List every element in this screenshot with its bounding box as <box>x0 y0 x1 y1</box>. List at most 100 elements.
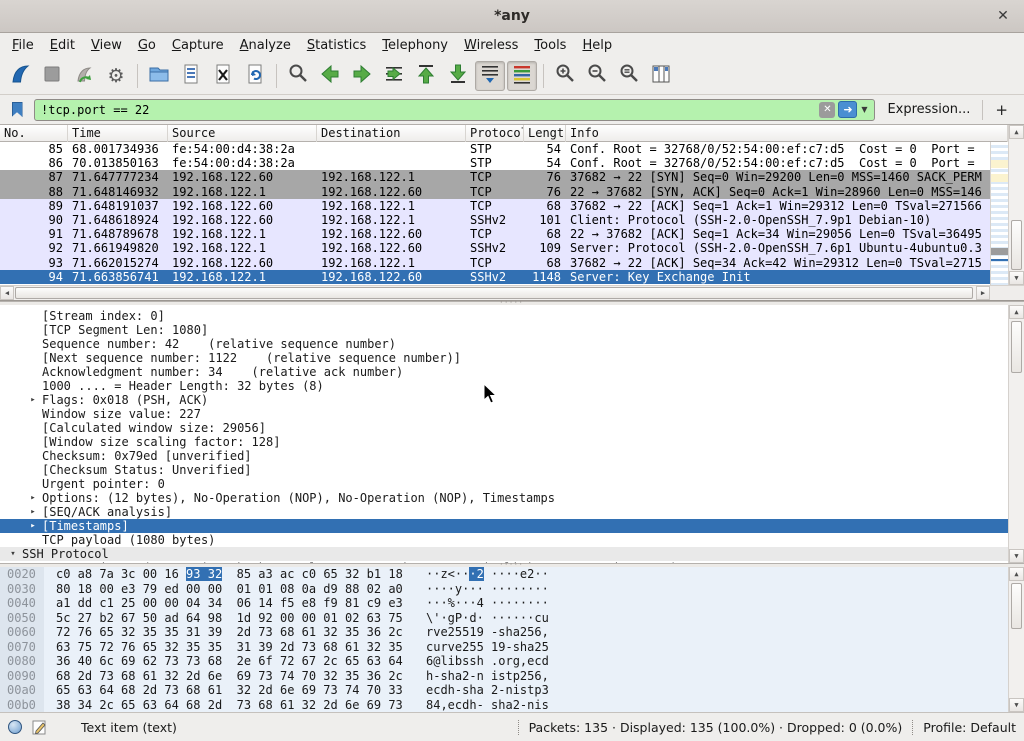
capture-options-button[interactable]: ⚙ <box>101 61 131 91</box>
go-last-button[interactable] <box>443 61 473 91</box>
expand-arrow-icon[interactable] <box>24 365 42 379</box>
capture-comment-icon[interactable] <box>32 720 47 735</box>
hex-ascii[interactable]: ecdh-sha 2-nistp3 <box>416 683 549 698</box>
hex-ascii[interactable]: rve25519 -sha256, <box>416 625 549 640</box>
detail-row[interactable]: Urgent pointer: 0 <box>0 477 1008 491</box>
menu-item[interactable]: Analyze <box>232 35 299 56</box>
column-header[interactable]: Destination <box>317 125 466 142</box>
open-file-button[interactable] <box>144 61 174 91</box>
find-packet-button[interactable] <box>283 61 313 91</box>
hex-bytes[interactable]: 36 40 6c 69 62 73 73 68 2e 6f 72 67 2c 6… <box>44 654 416 669</box>
hex-ascii[interactable]: 84,ecdh- sha2-nis <box>416 698 549 713</box>
detail-row[interactable]: [Calculated window size: 29056] <box>0 421 1008 435</box>
packet-row[interactable]: 93 71.662015274 192.168.122.60 192.168.1… <box>0 256 990 270</box>
packet-row[interactable]: 88 71.648146932 192.168.122.1 192.168.12… <box>0 185 990 199</box>
menu-item[interactable]: File <box>4 35 42 56</box>
hex-ascii[interactable]: ···%···4 ········ <box>416 596 549 611</box>
packet-row[interactable]: 85 68.001734936 fe:54:00:d4:38:2a STP 54… <box>0 142 990 156</box>
scrollbar-thumb[interactable] <box>1011 583 1022 629</box>
expand-arrow-icon[interactable] <box>24 407 42 421</box>
save-file-button[interactable] <box>176 61 206 91</box>
add-filter-button[interactable]: + <box>982 100 1018 120</box>
hex-row[interactable]: 0090 68 2d 73 68 61 32 2d 6e 69 73 74 70… <box>0 669 1008 684</box>
hex-bytes[interactable]: 72 76 65 32 35 35 31 39 2d 73 68 61 32 3… <box>44 625 416 640</box>
go-forward-button[interactable] <box>347 61 377 91</box>
menu-item[interactable]: Help <box>574 35 620 56</box>
column-header[interactable]: Length <box>524 125 566 142</box>
scroll-down-icon[interactable]: ▼ <box>1009 698 1024 712</box>
hex-bytes[interactable]: 80 18 00 e3 79 ed 00 00 01 01 08 0a d9 8… <box>44 582 416 597</box>
packet-list-vscrollbar[interactable]: ▲ ▼ <box>1008 125 1024 285</box>
hex-bytes[interactable]: 65 63 64 68 2d 73 68 61 32 2d 6e 69 73 7… <box>44 683 416 698</box>
detail-row[interactable]: ▸ Options: (12 bytes), No-Operation (NOP… <box>0 491 1008 505</box>
display-filter-input[interactable] <box>41 103 819 117</box>
profile-label[interactable]: Profile: Default <box>923 720 1016 735</box>
packet-row[interactable]: 86 70.013850163 fe:54:00:d4:38:2a STP 54… <box>0 156 990 170</box>
menu-item[interactable]: Wireless <box>456 35 526 56</box>
scroll-up-icon[interactable]: ▲ <box>1009 125 1024 139</box>
zoom-out-button[interactable] <box>582 61 612 91</box>
column-header[interactable]: Time <box>68 125 168 142</box>
hex-ascii[interactable]: curve255 19-sha25 <box>416 640 549 655</box>
expand-arrow-icon[interactable] <box>24 351 42 365</box>
detail-row[interactable]: ▸ [SEQ/ACK analysis] <box>0 505 1008 519</box>
detail-row[interactable]: Sequence number: 42 (relative sequence n… <box>0 337 1008 351</box>
hex-row[interactable]: 0020 c0 a8 7a 3c 00 16 93 32 85 a3 ac c0… <box>0 567 1008 582</box>
expand-arrow-icon[interactable]: ▸ <box>24 491 42 505</box>
hex-vscrollbar[interactable]: ▲ ▼ <box>1008 567 1024 712</box>
auto-scroll-toggle[interactable] <box>475 61 505 91</box>
packet-row[interactable]: 87 71.647777234 192.168.122.60 192.168.1… <box>0 170 990 184</box>
column-header[interactable]: Protocol <box>466 125 524 142</box>
expand-arrow-icon[interactable] <box>24 435 42 449</box>
packet-row[interactable]: 91 71.648789678 192.168.122.1 192.168.12… <box>0 227 990 241</box>
hex-ascii[interactable]: \'·gP·d· ······cu <box>416 611 549 626</box>
menu-item[interactable]: Statistics <box>299 35 374 56</box>
hex-bytes[interactable]: 63 75 72 76 65 32 35 35 31 39 2d 73 68 6… <box>44 640 416 655</box>
expand-arrow-icon[interactable]: ▸ <box>24 519 42 533</box>
title-bar[interactable]: *any ✕ <box>0 0 1024 33</box>
expand-arrow-icon[interactable]: ▸ <box>24 393 42 407</box>
hex-bytes[interactable]: 5c 27 b2 67 50 ad 64 98 1d 92 00 00 01 0… <box>44 611 416 626</box>
hex-row[interactable]: 00a0 65 63 64 68 2d 73 68 61 32 2d 6e 69… <box>0 683 1008 698</box>
packet-row[interactable]: 92 71.661949820 192.168.122.1 192.168.12… <box>0 241 990 255</box>
detail-row[interactable]: Window size value: 227 <box>0 407 1008 421</box>
expand-arrow-icon[interactable] <box>24 463 42 477</box>
reload-file-button[interactable] <box>240 61 270 91</box>
expand-arrow-icon[interactable] <box>24 309 42 323</box>
menu-item[interactable]: Edit <box>42 35 83 56</box>
hex-bytes[interactable]: c0 a8 7a 3c 00 16 93 32 85 a3 ac c0 65 3… <box>44 567 416 582</box>
close-file-button[interactable] <box>208 61 238 91</box>
colorize-toggle[interactable] <box>507 61 537 91</box>
detail-row[interactable]: [Next sequence number: 1122 (relative se… <box>0 351 1008 365</box>
expression-button[interactable]: Expression... <box>881 102 976 117</box>
scrollbar-thumb[interactable] <box>1011 321 1022 373</box>
filter-clear-button[interactable]: ✕ <box>819 102 835 118</box>
hex-ascii[interactable]: ··z<···2 ····e2·· <box>416 567 549 582</box>
expand-arrow-icon[interactable] <box>24 337 42 351</box>
expand-arrow-icon[interactable] <box>24 323 42 337</box>
packet-row[interactable]: 90 71.648618924 192.168.122.60 192.168.1… <box>0 213 990 227</box>
detail-row[interactable]: ▸ [Timestamps] <box>0 519 1008 533</box>
restart-capture-button[interactable] <box>69 61 99 91</box>
detail-row[interactable]: ▸ Flags: 0x018 (PSH, ACK) <box>0 393 1008 407</box>
expand-arrow-icon[interactable] <box>24 421 42 435</box>
hex-bytes[interactable]: 38 34 2c 65 63 64 68 2d 73 68 61 32 2d 6… <box>44 698 416 713</box>
hex-row[interactable]: 0060 72 76 65 32 35 35 31 39 2d 73 68 61… <box>0 625 1008 640</box>
detail-row[interactable]: 1000 .... = Header Length: 32 bytes (8) <box>0 379 1008 393</box>
packet-list-minimap[interactable] <box>990 142 1008 285</box>
hex-bytes[interactable]: 68 2d 73 68 61 32 2d 6e 69 73 74 70 32 3… <box>44 669 416 684</box>
detail-row[interactable]: [Stream index: 0] <box>0 309 1008 323</box>
filter-history-dropdown[interactable]: ▼ <box>857 101 871 119</box>
menu-item[interactable]: View <box>83 35 130 56</box>
column-header[interactable]: No. <box>0 125 68 142</box>
hex-ascii[interactable]: ····y··· ········ <box>416 582 549 597</box>
detail-row[interactable]: Acknowledgment number: 34 (relative ack … <box>0 365 1008 379</box>
scrollbar-thumb[interactable] <box>1011 220 1022 270</box>
packet-row[interactable]: 89 71.648191037 192.168.122.60 192.168.1… <box>0 199 990 213</box>
expand-arrow-icon[interactable] <box>24 449 42 463</box>
filter-apply-button[interactable]: ➜ <box>838 101 857 118</box>
hex-row[interactable]: 00b0 38 34 2c 65 63 64 68 2d 73 68 61 32… <box>0 698 1008 713</box>
resize-columns-button[interactable] <box>646 61 676 91</box>
expand-arrow-icon[interactable] <box>24 379 42 393</box>
filter-bookmark-button[interactable] <box>6 99 28 121</box>
